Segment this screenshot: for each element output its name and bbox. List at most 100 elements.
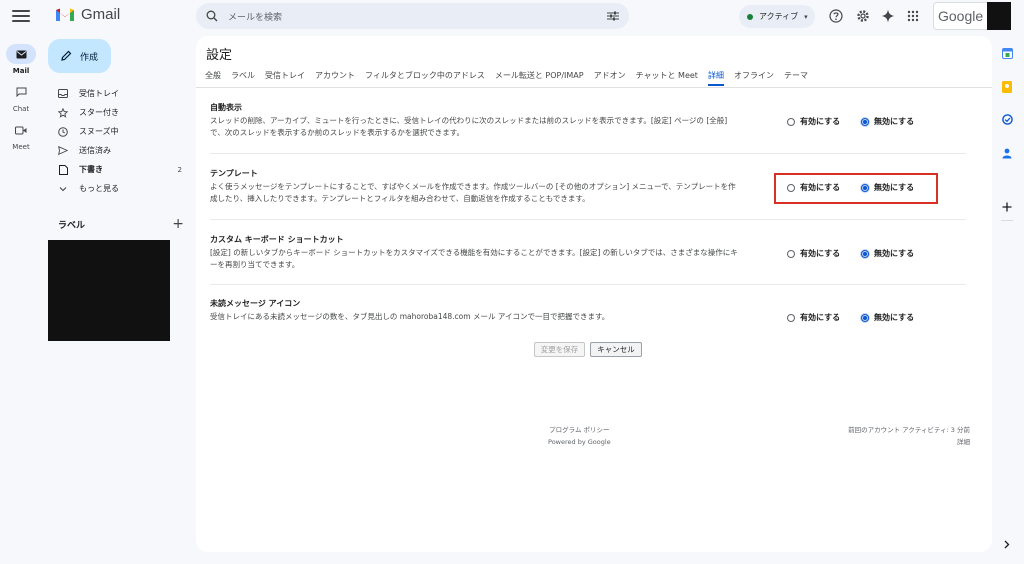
sidebar-item-starred[interactable]: スター付き [48, 103, 188, 122]
option-label: 有効にする [800, 117, 841, 126]
sidebar-item-inbox[interactable]: 受信トレイ [48, 84, 188, 103]
disable-option[interactable]: 無効にする [860, 312, 915, 323]
setting-title: カスタム キーボード ショートカット [210, 235, 344, 244]
settings-gear-icon[interactable] [855, 8, 871, 24]
page-title: 設定 [206, 48, 233, 63]
disable-option[interactable]: 無効にする [860, 116, 915, 127]
setting-description: スレッドの削除、アーカイブ、ミュートを行ったときに、受信トレイの代わりに次のスレ… [210, 116, 728, 137]
gmail-logo[interactable]: Gmail [55, 6, 120, 23]
settings-tabs: 全般 ラベル 受信トレイ アカウント フィルタとブロック中のアドレス メール転送… [205, 70, 818, 86]
radio-button-selected[interactable] [860, 312, 870, 323]
avatar[interactable] [987, 2, 1011, 30]
option-label: 無効にする [874, 249, 915, 258]
tab-general[interactable]: 全般 [205, 70, 221, 86]
divider [1001, 220, 1013, 221]
search-input[interactable]: メールを検索 [228, 10, 607, 23]
cancel-button[interactable]: キャンセル [590, 342, 642, 357]
rail-item-mail[interactable]: Mail [0, 44, 42, 75]
status-dot-icon [747, 13, 753, 20]
google-account-button[interactable]: Google [933, 2, 1011, 30]
redacted-labels-area [48, 240, 170, 341]
search-options-icon[interactable] [607, 11, 619, 21]
tab-labels[interactable]: ラベル [231, 70, 255, 86]
sidebar-item-label: 送信済み [79, 146, 111, 155]
add-label-button[interactable]: + [172, 216, 184, 232]
enable-option[interactable]: 有効にする [787, 312, 840, 323]
main-menu-icon[interactable] [11, 8, 31, 24]
gemini-sparkle-icon[interactable] [880, 8, 896, 24]
sidebar-nav: 受信トレイ スター付き スヌーズ中 送信済み 下書き 2 もっと見る [48, 84, 188, 198]
help-icon[interactable] [828, 8, 844, 24]
chevron-down-icon: ▾ [804, 12, 808, 21]
save-changes-button[interactable]: 変更を保存 [534, 342, 585, 357]
sidebar-item-more[interactable]: もっと見る [48, 179, 188, 198]
setting-description: 受信トレイにある未読メッセージの数を、タブ見出しの mahoroba148.co… [210, 312, 610, 321]
tasks-icon[interactable] [1000, 112, 1014, 126]
setting-title: 未読メッセージ アイコン [210, 299, 301, 308]
sidebar-item-label: もっと見る [79, 184, 119, 193]
chevron-right-icon[interactable] [1000, 537, 1014, 551]
radio-button-selected[interactable] [860, 116, 870, 127]
search-bar[interactable]: メールを検索 [196, 3, 629, 29]
sidebar-item-snoozed[interactable]: スヌーズ中 [48, 122, 188, 141]
tab-chat-meet[interactable]: チャットと Meet [636, 70, 698, 86]
clock-icon [58, 126, 68, 137]
footer-right: 前回のアカウント アクティビティ: 3 分前 詳細 [848, 424, 970, 448]
setting-description: [設定] の新しいタブからキーボード ショートカットをカスタマイズできる機能を有… [210, 248, 738, 269]
apps-grid-icon[interactable] [905, 8, 921, 24]
star-icon [58, 107, 68, 118]
tab-inbox[interactable]: 受信トレイ [265, 70, 305, 86]
app-name: Gmail [81, 6, 121, 23]
details-link[interactable]: 詳細 [848, 436, 970, 448]
search-icon[interactable] [206, 10, 218, 22]
powered-by-text: Powered by Google [548, 438, 611, 446]
google-label: Google [938, 8, 984, 24]
rail-item-meet[interactable]: Meet [0, 120, 42, 151]
add-addon-icon[interactable] [1000, 200, 1014, 214]
enable-option[interactable]: 有効にする [787, 116, 840, 127]
highlight-box [774, 173, 938, 204]
last-activity-text: 前回のアカウント アクティビティ: 3 分前 [848, 426, 970, 434]
tab-themes[interactable]: テーマ [784, 70, 808, 86]
keep-icon[interactable] [1000, 80, 1014, 94]
tab-advanced[interactable]: 詳細 [707, 70, 724, 86]
sidebar-item-sent[interactable]: 送信済み [48, 141, 188, 160]
status-selector[interactable]: アクティブ ▾ [739, 5, 815, 28]
compose-button[interactable]: 作成 [48, 39, 111, 73]
tab-filters[interactable]: フィルタとブロック中のアドレス [365, 70, 485, 86]
pencil-icon [61, 50, 72, 61]
sidebar-item-label: 受信トレイ [79, 89, 119, 98]
app-rail: Mail Chat Meet [0, 0, 42, 564]
labels-header: ラベル + [58, 216, 184, 232]
disable-option[interactable]: 無効にする [860, 248, 915, 259]
divider [210, 219, 966, 220]
chevron-down-icon [58, 184, 68, 194]
enable-option[interactable]: 有効にする [787, 248, 840, 259]
draft-count: 2 [177, 165, 182, 174]
contacts-icon[interactable] [1000, 146, 1014, 160]
radio-button[interactable] [787, 313, 795, 322]
tab-forwarding[interactable]: メール転送と POP/IMAP [495, 70, 584, 86]
setting-title: 自動表示 [210, 103, 242, 112]
labels-title: ラベル [58, 220, 86, 231]
option-label: 無効にする [874, 313, 915, 322]
rail-item-chat[interactable]: Chat [0, 82, 42, 113]
radio-button[interactable] [787, 249, 795, 258]
send-icon [58, 146, 68, 156]
tab-offline[interactable]: オフライン [734, 70, 774, 86]
option-label: 有効にする [800, 313, 841, 322]
radio-button[interactable] [787, 117, 795, 126]
calendar-icon[interactable] [1000, 46, 1014, 60]
option-label: 無効にする [874, 117, 915, 126]
sidebar-item-drafts[interactable]: 下書き 2 [48, 160, 188, 179]
status-label: アクティブ [759, 12, 799, 21]
tab-accounts[interactable]: アカウント [315, 70, 355, 86]
side-panel [996, 36, 1018, 564]
tab-addons[interactable]: アドオン [594, 70, 626, 86]
footer-center: プログラム ポリシー Powered by Google [548, 424, 611, 448]
setting-keyboard-shortcuts: カスタム キーボード ショートカット [設定] の新しいタブからキーボード ショ… [210, 234, 966, 271]
program-policy-link[interactable]: プログラム ポリシー [548, 424, 611, 436]
tabs-divider [196, 87, 992, 88]
radio-button-selected[interactable] [860, 248, 870, 259]
setting-unread-icon: 未読メッセージ アイコン 受信トレイにある未読メッセージの数を、タブ見出しの m… [210, 298, 966, 323]
